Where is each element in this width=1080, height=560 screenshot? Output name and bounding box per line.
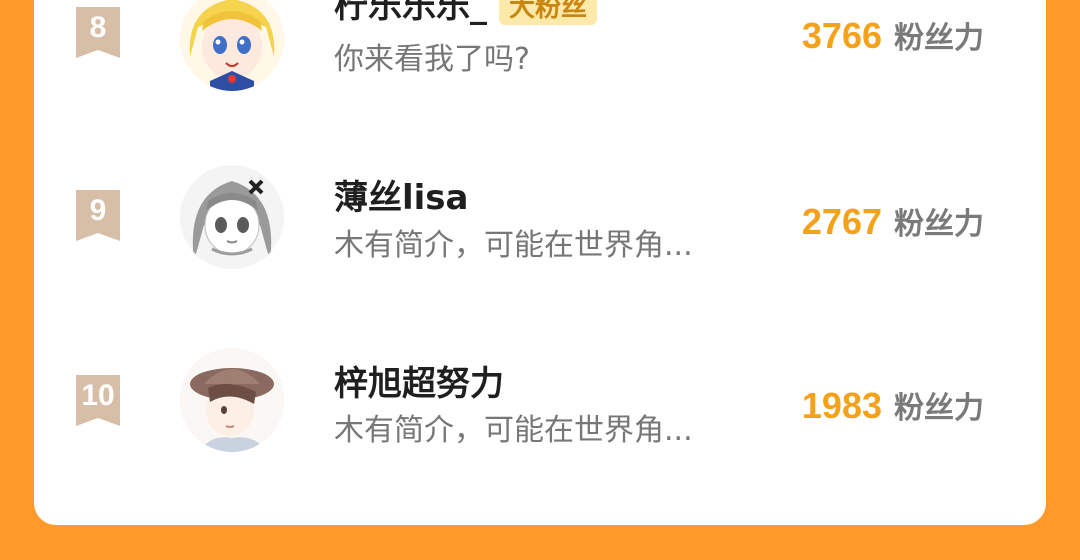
user-intro: 木有简介，可能在世界角...: [334, 413, 693, 448]
fan-power: 2767 粉丝力: [802, 198, 984, 253]
fan-power-value: 3766: [801, 15, 882, 56]
fan-power-unit: 粉丝力: [894, 207, 984, 242]
ranking-row[interactable]: 10 梓旭超努力 木有简介，可能在世界角... 1983 粉丝力: [34, 340, 1046, 470]
fan-power-value: 2767: [801, 201, 882, 242]
fan-power-unit: 粉丝力: [894, 391, 984, 426]
fan-power-value: 1983: [801, 385, 882, 426]
rank-ribbon-icon: 9: [72, 187, 124, 243]
fan-power-unit: 粉丝力: [894, 21, 984, 56]
user-name-text: 柠乐乐乐_: [334, 0, 487, 26]
rank-ribbon-icon: 8: [72, 4, 124, 60]
rank-number: 9: [89, 194, 107, 227]
ranking-card: 8 柠乐乐乐_ 大粉丝 你来看我了吗? 3766 粉丝力 9 薄丝lisa 木有…: [34, 0, 1046, 525]
user-avatar[interactable]: [180, 348, 284, 452]
rank-ribbon-icon: 10: [72, 372, 124, 428]
rank-number: 8: [89, 11, 107, 44]
user-intro: 你来看我了吗?: [334, 42, 530, 77]
rank-number: 10: [81, 379, 115, 412]
anime-girl-avatar-icon: [180, 165, 284, 269]
ranking-row[interactable]: 9 薄丝lisa 木有简介，可能在世界角... 2767 粉丝力: [34, 155, 1046, 285]
fan-level-badge: 大粉丝: [499, 0, 598, 25]
ranking-row[interactable]: 8 柠乐乐乐_ 大粉丝 你来看我了吗? 3766 粉丝力: [34, 0, 1046, 100]
fan-power: 1983 粉丝力: [802, 382, 984, 437]
user-avatar[interactable]: [180, 0, 284, 91]
user-avatar[interactable]: [180, 165, 284, 269]
user-name[interactable]: 薄丝lisa: [334, 176, 469, 220]
anime-girl-avatar-icon: [180, 0, 284, 91]
user-name[interactable]: 柠乐乐乐_ 大粉丝: [334, 0, 598, 28]
user-intro: 木有简介，可能在世界角...: [334, 228, 693, 263]
user-name[interactable]: 梓旭超努力: [334, 362, 504, 406]
anime-boy-hat-avatar-icon: [180, 348, 284, 452]
fan-power: 3766 粉丝力: [802, 12, 984, 67]
